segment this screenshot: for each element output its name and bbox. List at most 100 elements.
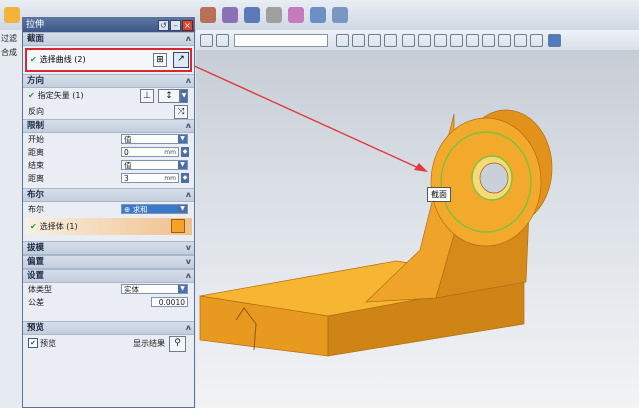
select-body-label: 选择体 (39, 222, 64, 231)
extrude-dialog: 拉伸 ↺ – × 截面 ʌ ✔ 选择曲线 (2) ⊞ ↗ 方向 ʌ ✔ 指定矢量 (1) ⊥… (22, 17, 195, 408)
vector-row[interactable]: ✔ 指定矢量 (1) ⊥ ↕ ▼ (23, 88, 194, 104)
toolbar-icon[interactable] (482, 34, 495, 47)
section-header-label: 限制 (27, 121, 45, 131)
toolbar-icon[interactable] (498, 34, 511, 47)
toolbar-icon[interactable] (368, 34, 381, 47)
boolean-row: 布尔 ⊕ 求和 ▼ (23, 202, 194, 217)
toolbar-icon[interactable] (466, 34, 479, 47)
start-distance-label: 距离 (28, 148, 44, 157)
section-header-section[interactable]: 截面 ʌ (23, 32, 194, 46)
chevron-down-icon[interactable]: ▼ (178, 205, 187, 213)
section-header-boolean[interactable]: 布尔 ʌ (23, 188, 194, 202)
select-curve-row[interactable]: ✔ 选择曲线 (2) ⊞ ↗ (25, 48, 192, 72)
select-body-row[interactable]: ✔ 选择体 (1) (25, 218, 192, 235)
preview-checkbox[interactable]: ✔ (28, 337, 38, 348)
end-value: 值 (124, 161, 132, 170)
section-header-preview[interactable]: 预览 ʌ (23, 321, 194, 335)
chevron-down-icon[interactable]: ▼ (180, 89, 188, 103)
toolbar-icon[interactable] (336, 34, 349, 47)
chevron-down-icon[interactable]: ▼ (178, 161, 187, 169)
check-icon: ✔ (28, 91, 35, 100)
dialog-titlebar[interactable]: 拉伸 ↺ – × (23, 18, 194, 32)
toolbar-icon[interactable] (402, 34, 415, 47)
start-distance-input[interactable]: 0 mm (121, 147, 179, 157)
section-header-draft[interactable]: 拔模 v (23, 241, 194, 255)
body-type-select[interactable]: 实体 ▼ (121, 284, 188, 294)
reset-icon[interactable]: ↺ (158, 20, 169, 31)
preview-row: ✔ 预览 显示结果 ⚲ (23, 335, 194, 353)
toolbar-icon[interactable] (222, 7, 238, 23)
section-header-settings[interactable]: 设置 ʌ (23, 269, 194, 283)
toolbar-icon[interactable] (450, 34, 463, 47)
end-distance-label: 距离 (28, 174, 44, 183)
start-label: 开始 (28, 135, 44, 144)
toolbar-icon[interactable] (244, 7, 260, 23)
unit-label: mm (164, 175, 176, 182)
reverse-direction-icon[interactable]: ⤨ (174, 105, 188, 119)
vector-axis-icon[interactable]: ↕ (158, 89, 180, 103)
section-header-label: 方向 (27, 76, 45, 86)
section-header-limits[interactable]: 限制 ʌ (23, 119, 194, 133)
toolbar-icon[interactable] (530, 34, 543, 47)
chevron-up-icon[interactable]: ʌ (186, 322, 191, 334)
toolbar-icon[interactable] (418, 34, 431, 47)
toolbar-icon[interactable] (548, 34, 561, 47)
end-select[interactable]: 值 ▼ (121, 160, 188, 170)
end-row: 结束 值 ▼ (23, 159, 194, 172)
toolbar-icon[interactable] (434, 34, 447, 47)
vector-dialog-icon[interactable]: ⊥ (140, 89, 154, 103)
show-result-label: 显示结果 (133, 339, 165, 348)
spin-icon[interactable]: ◆ (181, 147, 189, 157)
reverse-row[interactable]: 反向 ⤨ (23, 104, 194, 119)
toolbar-icon[interactable] (332, 7, 348, 23)
start-row: 开始 值 ▼ (23, 133, 194, 146)
solid-body-icon[interactable] (171, 219, 185, 233)
toolbar-icon[interactable] (310, 7, 326, 23)
chevron-up-icon[interactable]: ʌ (186, 120, 191, 132)
end-distance-input[interactable]: 3 mm (121, 173, 179, 183)
section-header-label: 拔模 (27, 243, 45, 253)
toolbar-icon[interactable] (200, 34, 213, 47)
chevron-up-icon[interactable]: ʌ (186, 75, 191, 87)
left-strip-label: 过滤 (1, 34, 17, 43)
left-strip: 过滤 合成 (0, 30, 23, 408)
toolbar-icon[interactable] (384, 34, 397, 47)
close-icon[interactable]: × (182, 20, 193, 31)
tolerance-value: 0.0010 (158, 298, 185, 307)
toolbar-icon[interactable] (288, 7, 304, 23)
collapse-icon[interactable]: – (170, 20, 181, 31)
tolerance-input[interactable]: 0.0010 (151, 297, 188, 307)
select-body-count: (1) (66, 222, 78, 231)
toolbar-icon[interactable] (514, 34, 527, 47)
graphics-viewport[interactable]: 截面 (196, 50, 639, 408)
section-header-direction[interactable]: 方向 ʌ (23, 74, 194, 88)
preview-label: 预览 (40, 339, 56, 348)
end-label: 结束 (28, 161, 44, 170)
section-header-offset[interactable]: 偏置 v (23, 255, 194, 269)
start-value: 值 (124, 135, 132, 144)
toolbar-icon[interactable] (200, 7, 216, 23)
chevron-down-icon[interactable]: v (186, 256, 191, 268)
app-icon[interactable] (4, 7, 20, 23)
chevron-down-icon[interactable]: ▼ (178, 135, 187, 143)
spin-icon[interactable]: ◆ (181, 173, 189, 183)
toolbar-icon[interactable] (266, 7, 282, 23)
chevron-down-icon[interactable]: v (186, 242, 191, 254)
chevron-down-icon[interactable]: ▼ (178, 285, 187, 293)
sketch-section-icon[interactable]: ⊞ (153, 53, 167, 67)
body-type-value: 实体 (124, 285, 139, 294)
magnifier-icon[interactable]: ⚲ (169, 336, 186, 352)
section-header-label: 布尔 (27, 190, 45, 200)
toolbar-icon[interactable] (352, 34, 365, 47)
start-select[interactable]: 值 ▼ (121, 134, 188, 144)
filter-dropdown[interactable] (234, 34, 328, 47)
extrude-model-view (199, 109, 553, 357)
chevron-up-icon[interactable]: ʌ (186, 189, 191, 201)
curve-selection-icon[interactable]: ↗ (173, 52, 189, 68)
boolean-value: 求和 (132, 205, 148, 214)
chevron-up-icon[interactable]: ʌ (186, 33, 191, 45)
boolean-select[interactable]: ⊕ 求和 ▼ (121, 204, 188, 214)
chevron-up-icon[interactable]: ʌ (186, 270, 191, 282)
body-type-label: 体类型 (28, 285, 52, 294)
toolbar-icon[interactable] (216, 34, 229, 47)
